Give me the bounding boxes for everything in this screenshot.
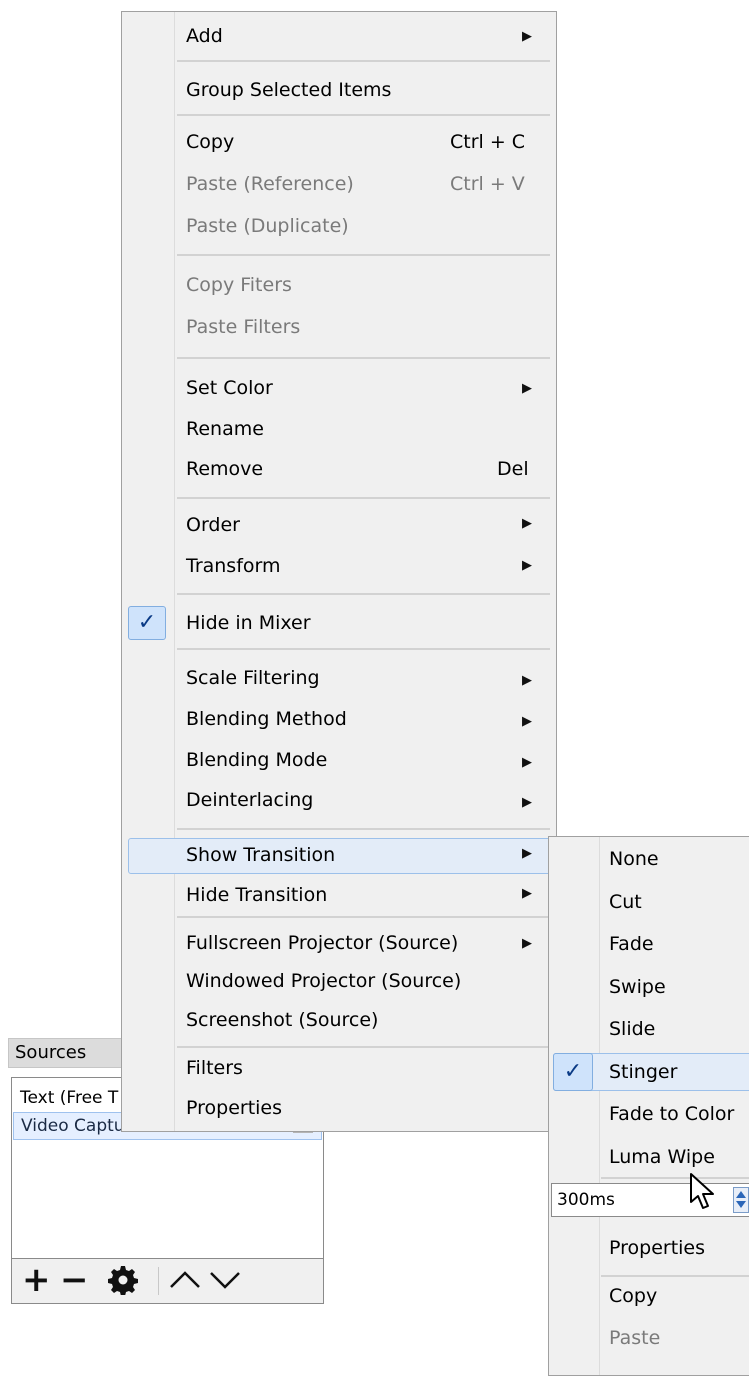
menu-item-deinterlacing[interactable]: Deinterlacing xyxy=(186,789,313,811)
duration-spinner[interactable] xyxy=(733,1187,749,1213)
menu-item-blending-method[interactable]: Blending Method xyxy=(186,708,347,730)
menu-separator xyxy=(177,916,550,918)
remove-source-button[interactable]: − xyxy=(60,1263,89,1297)
menu-icon-gutter xyxy=(599,837,600,1375)
submenu-arrow-icon: ▶ xyxy=(522,29,532,44)
move-source-up-button[interactable] xyxy=(168,1265,202,1301)
menu-item-hide-in-mixer[interactable]: Hide in Mixer xyxy=(186,612,311,634)
menu-item-properties[interactable]: Properties xyxy=(186,1097,282,1119)
menu-item-blending-mode[interactable]: Blending Mode xyxy=(186,749,327,771)
copy-shortcut: Ctrl + C xyxy=(450,131,526,153)
submenu-arrow-icon: ▶ xyxy=(522,714,532,729)
submenu-arrow-icon: ▶ xyxy=(522,936,532,951)
menu-icon-gutter xyxy=(174,12,175,1131)
menu-item-transform[interactable]: Transform xyxy=(186,555,281,577)
submenu-arrow-icon: ▶ xyxy=(522,886,532,901)
menu-item-filters[interactable]: Filters xyxy=(186,1057,243,1079)
show-transition-submenu: None Cut Fade Swipe Slide ✓ Stinger Fade… xyxy=(548,836,749,1376)
menu-separator xyxy=(177,357,550,359)
sources-toolbar: + − xyxy=(11,1258,324,1304)
submenu-arrow-icon: ▶ xyxy=(522,673,532,688)
menu-item-copy[interactable]: Copy xyxy=(186,131,234,153)
add-source-button[interactable]: + xyxy=(22,1263,51,1297)
check-icon: ✓ xyxy=(553,1053,593,1091)
menu-item-remove[interactable]: Remove xyxy=(186,458,263,480)
menu-item-show-transition[interactable]: Show Transition xyxy=(186,844,335,866)
transition-option-swipe[interactable]: Swipe xyxy=(609,976,666,998)
source-settings-button[interactable] xyxy=(108,1265,138,1301)
menu-item-set-color[interactable]: Set Color xyxy=(186,377,273,399)
spin-down-icon[interactable] xyxy=(736,1201,746,1208)
menu-item-scale-filtering[interactable]: Scale Filtering xyxy=(186,667,320,689)
toolbar-divider xyxy=(158,1267,159,1295)
transition-option-none[interactable]: None xyxy=(609,848,659,870)
menu-separator xyxy=(601,1177,749,1179)
transition-properties[interactable]: Properties xyxy=(609,1237,705,1259)
submenu-arrow-icon: ▶ xyxy=(522,381,532,396)
menu-separator xyxy=(177,254,550,256)
menu-separator xyxy=(177,60,550,62)
transition-option-slide[interactable]: Slide xyxy=(609,1018,655,1040)
menu-item-copy-filters: Copy Fiters xyxy=(186,274,292,296)
menu-item-group-selected[interactable]: Group Selected Items xyxy=(186,79,391,101)
chevron-down-icon xyxy=(210,1272,240,1289)
submenu-arrow-icon: ▶ xyxy=(522,558,532,573)
transition-option-stinger[interactable]: Stinger xyxy=(609,1061,677,1083)
submenu-arrow-icon: ▶ xyxy=(522,795,532,810)
source-context-menu: Add ▶ Group Selected Items Copy Ctrl + C… xyxy=(121,11,557,1132)
menu-separator xyxy=(177,497,550,499)
menu-separator xyxy=(177,114,550,116)
menu-separator xyxy=(177,648,550,650)
submenu-arrow-icon: ▶ xyxy=(522,755,532,770)
transition-option-fade[interactable]: Fade xyxy=(609,933,654,955)
menu-item-windowed-projector[interactable]: Windowed Projector (Source) xyxy=(186,970,461,992)
menu-separator xyxy=(177,593,550,595)
check-icon: ✓ xyxy=(128,606,166,640)
move-source-down-button[interactable] xyxy=(208,1265,242,1301)
spin-up-icon[interactable] xyxy=(736,1191,746,1198)
menu-separator xyxy=(177,1046,550,1048)
transition-option-fade-to-color[interactable]: Fade to Color xyxy=(609,1103,734,1125)
menu-item-add[interactable]: Add xyxy=(186,25,223,47)
mouse-cursor-icon xyxy=(690,1173,714,1209)
menu-item-order[interactable]: Order xyxy=(186,514,240,536)
menu-separator xyxy=(177,828,550,830)
gear-icon xyxy=(108,1266,138,1296)
transition-paste: Paste xyxy=(609,1327,661,1349)
menu-item-fullscreen-projector[interactable]: Fullscreen Projector (Source) xyxy=(186,932,458,954)
transition-option-luma-wipe[interactable]: Luma Wipe xyxy=(609,1146,715,1168)
transition-option-cut[interactable]: Cut xyxy=(609,891,642,913)
submenu-arrow-icon: ▶ xyxy=(522,516,532,531)
menu-item-hide-transition[interactable]: Hide Transition xyxy=(186,884,327,906)
submenu-arrow-icon: ▶ xyxy=(522,846,532,861)
menu-item-screenshot[interactable]: Screenshot (Source) xyxy=(186,1009,378,1031)
menu-item-rename[interactable]: Rename xyxy=(186,418,264,440)
menu-separator xyxy=(601,1275,749,1277)
menu-item-paste-duplicate: Paste (Duplicate) xyxy=(186,215,349,237)
transition-copy[interactable]: Copy xyxy=(609,1285,657,1307)
menu-item-paste-reference: Paste (Reference) xyxy=(186,173,354,195)
chevron-up-icon xyxy=(170,1271,200,1288)
remove-shortcut: Del xyxy=(497,458,529,480)
menu-item-paste-filters: Paste Filters xyxy=(186,316,301,338)
paste-shortcut: Ctrl + V xyxy=(450,173,525,195)
